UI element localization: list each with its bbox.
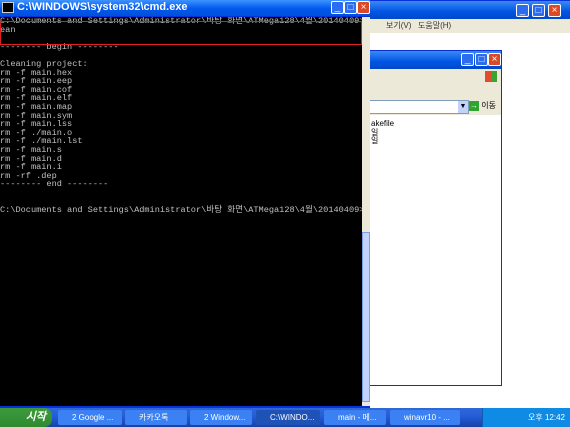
- taskbar-item[interactable]: 카카오톡: [125, 410, 187, 425]
- minimize-button[interactable]: _: [331, 1, 344, 14]
- menu-help[interactable]: 도움말(H): [418, 20, 451, 31]
- cmd-window: C:\WINDOWS\system32\cmd.exe _ □ × C:\Doc…: [0, 0, 370, 408]
- taskbar-item[interactable]: 2 Google ...: [58, 410, 122, 425]
- maximize-button[interactable]: □: [532, 4, 545, 17]
- explorer-front-titlebar: _ □ ×: [369, 51, 501, 69]
- close-button[interactable]: ×: [488, 53, 501, 66]
- maximize-button[interactable]: □: [475, 53, 488, 66]
- address-bar[interactable]: ▼: [369, 100, 469, 114]
- cmd-title: C:\WINDOWS\system32\cmd.exe: [17, 1, 188, 13]
- file-item[interactable]: 일: [371, 135, 378, 146]
- console-line: C:\Documents and Settings\Administrator\…: [0, 205, 362, 216]
- taskbar-item[interactable]: main - 메...: [324, 410, 386, 425]
- minimize-button[interactable]: _: [516, 4, 529, 17]
- explorer-back-menubar: 보기(V) 도움말(H): [366, 19, 570, 32]
- start-button[interactable]: 시작: [0, 408, 52, 427]
- explorer-front-toolbar: [369, 69, 501, 99]
- close-button[interactable]: ×: [357, 1, 370, 14]
- explorer-back-titlebar: _ □ ×: [366, 1, 570, 19]
- scrollbar-thumb[interactable]: [362, 232, 370, 402]
- windows-logo-icon: [485, 71, 497, 82]
- taskbar-item[interactable]: C:\WINDO...: [256, 410, 320, 425]
- taskbar-item[interactable]: 2 Window...: [190, 410, 252, 425]
- maximize-button[interactable]: □: [344, 1, 357, 14]
- console-scrollbar[interactable]: [362, 17, 370, 406]
- console-line: -------- end --------: [0, 179, 109, 190]
- cmd-icon: [2, 2, 14, 13]
- minimize-button[interactable]: _: [461, 53, 474, 66]
- go-label: 이동: [481, 101, 496, 110]
- cmd-titlebar[interactable]: C:\WINDOWS\system32\cmd.exe _ □ ×: [0, 0, 370, 16]
- taskbar: 시작 2 Google ... 카카오톡 2 Window... C:\WIND…: [0, 408, 570, 427]
- go-arrow-icon: →: [469, 101, 479, 111]
- clock: 오후 12:42: [528, 413, 565, 422]
- close-button[interactable]: ×: [548, 4, 561, 17]
- explorer-front-filelist: akefile 일 일: [369, 115, 501, 385]
- explorer-window-front: _ □ × ▼ → 이동 akefile 일 일: [368, 50, 502, 386]
- start-label: 시작: [25, 411, 46, 423]
- menu-view[interactable]: 보기(V): [386, 20, 411, 31]
- command-highlight-box: [0, 21, 362, 45]
- taskbar-item[interactable]: winavr10 - ...: [390, 410, 460, 425]
- system-tray: 오후 12:42: [482, 408, 570, 427]
- console-output[interactable]: C:\Documents and Settings\Administrator\…: [0, 17, 362, 406]
- go-button[interactable]: → 이동: [469, 100, 499, 112]
- chevron-down-icon[interactable]: ▼: [458, 101, 468, 113]
